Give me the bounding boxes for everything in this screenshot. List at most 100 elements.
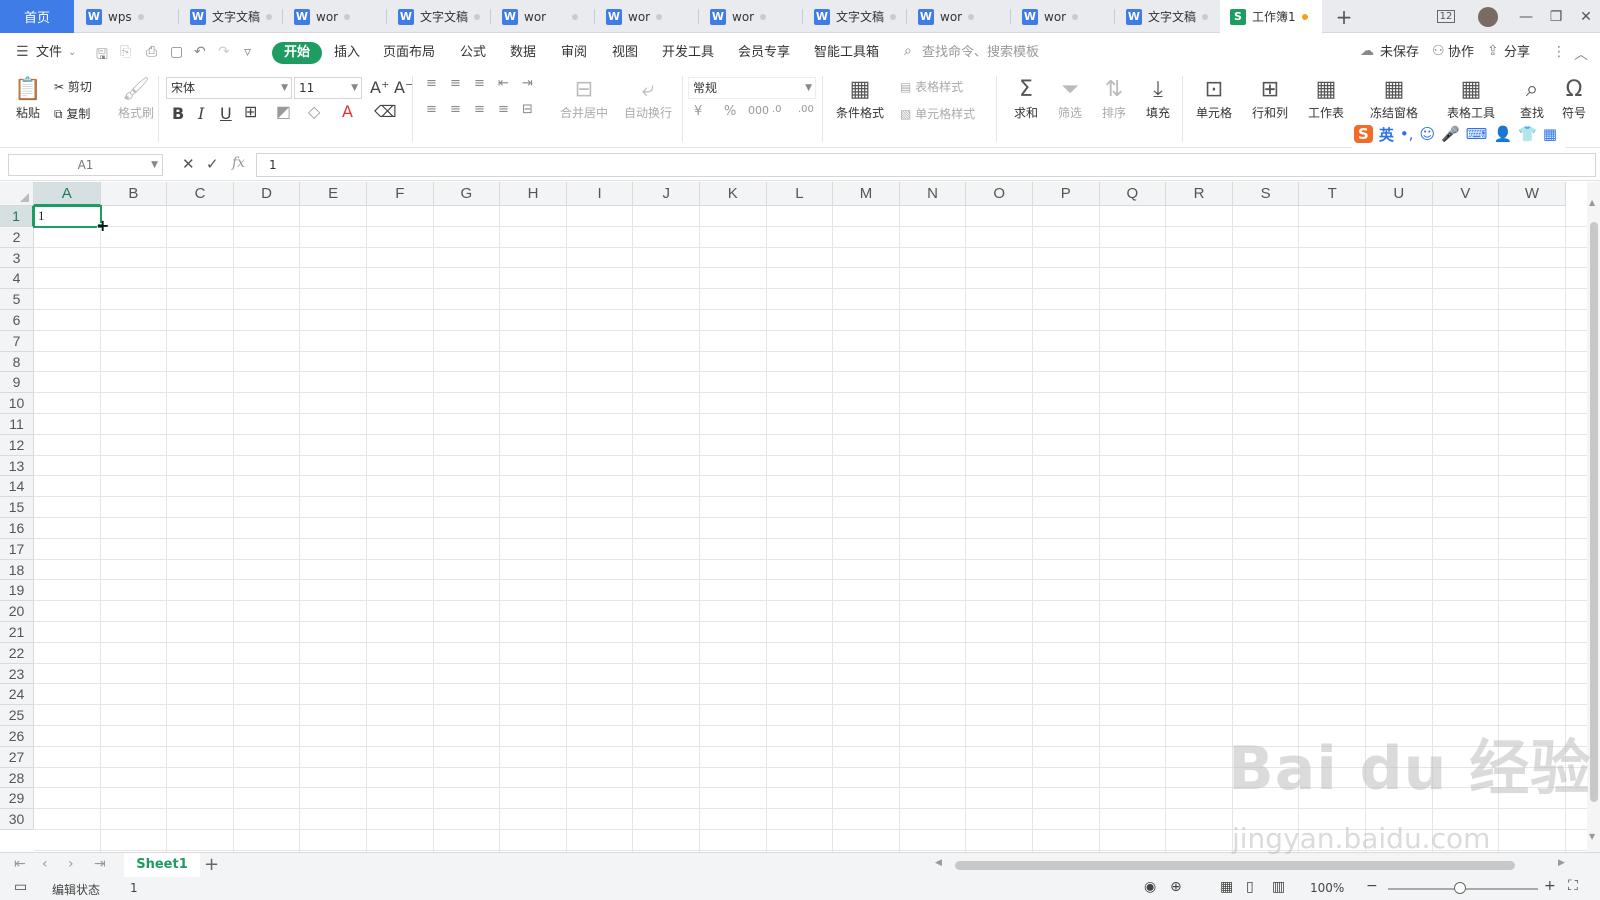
cell-style-button[interactable]: ▧ 单元格样式 — [900, 105, 975, 122]
vertical-scroll-thumb[interactable] — [1590, 222, 1598, 802]
row-header-3[interactable]: 3 — [0, 247, 34, 269]
row-header-21[interactable]: 21 — [0, 622, 34, 643]
active-cell-a1[interactable]: 1 — [33, 205, 102, 228]
column-header-v[interactable]: V — [1432, 182, 1500, 206]
column-header-b[interactable]: B — [100, 182, 168, 206]
row-header-23[interactable]: 23 — [0, 663, 34, 685]
row-header-29[interactable]: 29 — [0, 788, 34, 810]
freeze-panes-button[interactable]: ▦ 冻结窗格 — [1364, 76, 1424, 121]
row-header-26[interactable]: 26 — [0, 726, 34, 747]
zoom-slider-thumb[interactable] — [1454, 882, 1466, 894]
page-layout-view-icon[interactable]: ▯ — [1246, 879, 1254, 895]
row-header-13[interactable]: 13 — [0, 455, 34, 477]
cells-button[interactable]: ⊡ 单元格 — [1188, 76, 1240, 121]
cancel-entry-icon[interactable]: ✕ — [182, 155, 195, 173]
symbol-button[interactable]: Ω 符号 — [1556, 76, 1592, 121]
fill-button[interactable]: ⤓ 填充 — [1138, 76, 1178, 121]
paste-button[interactable]: 📋 粘贴 — [10, 76, 46, 121]
row-header-16[interactable]: 16 — [0, 518, 34, 539]
tab-document[interactable]: Wwor — [284, 0, 384, 33]
column-header-c[interactable]: C — [167, 182, 234, 206]
row-header-4[interactable]: 4 — [0, 268, 34, 290]
menu-file[interactable]: 文件 — [36, 42, 62, 64]
increase-decimal-icon[interactable]: .0 — [772, 104, 782, 115]
normal-view-icon[interactable]: ▦ — [1220, 879, 1233, 895]
tab-document[interactable]: W 文字文稿 — [388, 0, 488, 33]
decrease-font-icon[interactable]: A⁻ — [394, 78, 413, 97]
conditional-format-button[interactable]: ▦ 条件格式 — [830, 76, 890, 121]
fill-color-icon[interactable]: ◇ — [308, 102, 320, 121]
zoom-in-button[interactable]: + — [1544, 878, 1556, 894]
distribute-icon[interactable]: ⊟ — [522, 102, 533, 117]
row-header-5[interactable]: 5 — [0, 289, 34, 310]
row-header-9[interactable]: 9 — [0, 372, 34, 394]
align-top-icon[interactable]: ≡ — [426, 76, 437, 91]
row-header-12[interactable]: 12 — [0, 434, 34, 456]
fullscreen-icon[interactable]: ⛶ — [1568, 878, 1578, 894]
tab-document[interactable]: W 文字文稿 — [804, 0, 904, 33]
column-header-l[interactable]: L — [766, 182, 834, 206]
table-style-button[interactable]: ▤ 表格样式 — [900, 78, 963, 95]
select-all-corner[interactable] — [0, 182, 34, 206]
zoom-level[interactable]: 100% — [1310, 881, 1344, 895]
first-sheet-icon[interactable]: ⇤ — [14, 856, 26, 872]
clear-format-icon[interactable]: ⌫ — [374, 102, 397, 121]
tab-document[interactable]: Wwps — [76, 0, 176, 33]
row-header-6[interactable]: 6 — [0, 310, 34, 331]
border-icon[interactable]: ⊞ — [244, 102, 257, 121]
column-header-s[interactable]: S — [1232, 182, 1300, 206]
align-bottom-icon[interactable]: ≡ — [474, 76, 485, 91]
indent-increase-icon[interactable]: ⇥ — [522, 76, 533, 91]
scroll-left-icon[interactable]: ◀ — [935, 858, 942, 868]
insert-function-icon[interactable]: fx — [232, 155, 245, 171]
close-window-button[interactable]: ✕ — [1570, 0, 1600, 33]
bold-button[interactable]: B — [172, 104, 184, 123]
row-header-8[interactable]: 8 — [0, 351, 34, 373]
column-header-i[interactable]: I — [566, 182, 634, 206]
menu-start[interactable]: 开始 — [272, 42, 323, 64]
formula-input[interactable]: 1 — [256, 153, 1596, 177]
rows-cols-button[interactable]: ⊞ 行和列 — [1244, 76, 1296, 121]
tab-document[interactable]: Wwor — [596, 0, 696, 33]
scroll-up-icon[interactable]: ▲ — [1589, 198, 1595, 207]
tab-document[interactable]: Wwor — [1012, 0, 1112, 33]
tab-document[interactable]: Wwor — [908, 0, 1008, 33]
column-header-a[interactable]: A — [34, 182, 101, 206]
row-header-15[interactable]: 15 — [0, 497, 34, 518]
tab-document[interactable]: Wwor — [492, 0, 592, 33]
font-color-icon[interactable]: A — [342, 102, 353, 121]
page-break-view-icon[interactable]: ▥ — [1272, 879, 1285, 895]
row-header-18[interactable]: 18 — [0, 559, 34, 581]
row-header-17[interactable]: 17 — [0, 538, 34, 560]
sheet-tab-sheet1[interactable]: Sheet1 — [124, 853, 200, 878]
last-sheet-icon[interactable]: ⇥ — [94, 856, 106, 872]
next-sheet-icon[interactable]: › — [68, 856, 74, 872]
column-header-n[interactable]: N — [899, 182, 967, 206]
column-header-o[interactable]: O — [966, 182, 1033, 206]
menu-member[interactable]: 会员专享 — [738, 42, 790, 64]
scroll-down-icon[interactable]: ▼ — [1589, 832, 1595, 841]
indent-decrease-icon[interactable]: ⇤ — [498, 76, 509, 91]
column-header-f[interactable]: F — [367, 182, 434, 206]
font-size-select[interactable]: 11 ▼ — [294, 77, 362, 99]
skin-icon[interactable]: 👕 — [1518, 125, 1537, 143]
menu-formulas[interactable]: 公式 — [460, 42, 486, 64]
tab-workbook-active[interactable]: S 工作簿1 — [1220, 0, 1322, 33]
row-header-2[interactable]: 2 — [0, 226, 34, 248]
wrap-text-button[interactable]: ⤶ 自动换行 — [620, 76, 676, 121]
ime-language-toggle[interactable]: 英 — [1379, 124, 1394, 145]
column-header-m[interactable]: M — [833, 182, 900, 206]
currency-icon[interactable]: ¥ — [694, 104, 702, 119]
column-header-q[interactable]: Q — [1099, 182, 1167, 206]
column-header-r[interactable]: R — [1166, 182, 1233, 206]
keyboard-icon[interactable]: ⌨ — [1466, 125, 1488, 143]
prev-sheet-icon[interactable]: ‹ — [42, 856, 48, 872]
user-icon[interactable]: 👤 — [1493, 125, 1512, 143]
eye-protect-icon[interactable]: ◉ — [1144, 879, 1156, 895]
align-right-icon[interactable]: ≡ — [474, 102, 485, 117]
menu-review[interactable]: 审阅 — [561, 42, 587, 64]
undo-icon[interactable]: ↶ — [194, 44, 206, 60]
restore-button[interactable]: ❐ — [1540, 0, 1572, 33]
column-header-u[interactable]: U — [1366, 182, 1433, 206]
name-box[interactable]: A1 ▼ — [8, 154, 163, 176]
